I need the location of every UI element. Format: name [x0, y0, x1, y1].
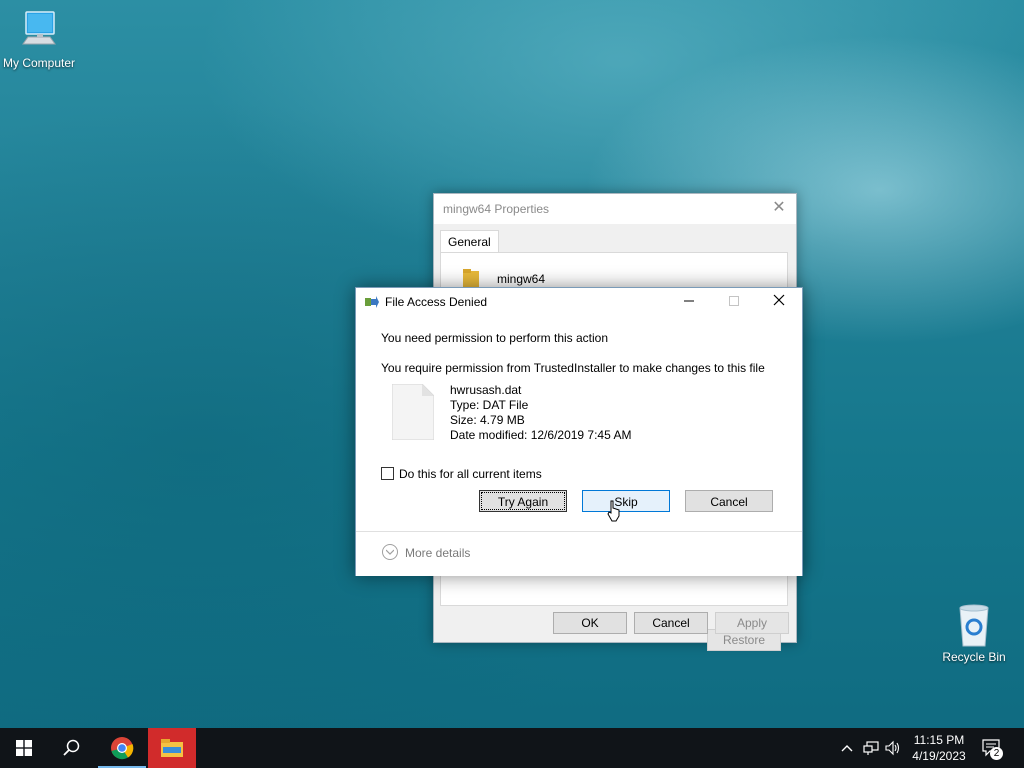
file-icon: [392, 384, 434, 440]
properties-titlebar[interactable]: mingw64 Properties ✕: [434, 194, 796, 224]
recycle-bin-icon: [959, 604, 989, 647]
folder-icon: [463, 269, 479, 287]
chrome-taskbar-button[interactable]: [98, 728, 146, 768]
notification-badge: 2: [990, 747, 1003, 760]
maximize-icon: [719, 292, 749, 312]
search-icon: [63, 739, 80, 756]
desktop-icon-label: Recycle Bin: [942, 650, 1006, 664]
volume-icon[interactable]: [885, 740, 901, 756]
start-button[interactable]: [0, 728, 48, 768]
more-details-link[interactable]: More details: [405, 546, 470, 560]
chevron-down-icon[interactable]: [382, 544, 398, 560]
network-icon[interactable]: [863, 740, 879, 756]
dialog-titlebar[interactable]: File Access Denied: [356, 288, 802, 316]
apply-button[interactable]: Apply: [715, 612, 789, 634]
desktop-icon-recycle-bin[interactable]: Recycle Bin: [932, 602, 1016, 664]
clock-time: 11:15 PM: [913, 733, 965, 747]
properties-title: mingw64 Properties: [443, 202, 550, 216]
dialog-title: File Access Denied: [385, 295, 488, 309]
dialog-message: You need permission to perform this acti…: [381, 331, 609, 345]
minimize-icon[interactable]: [674, 292, 704, 312]
dialog-detail: You require permission from TrustedInsta…: [381, 361, 765, 375]
file-explorer-icon: [161, 739, 183, 757]
cancel-button[interactable]: Cancel: [634, 612, 708, 634]
apply-to-all-label[interactable]: Do this for all current items: [399, 467, 542, 481]
folder-name: mingw64: [497, 272, 546, 286]
notifications-button[interactable]: 2: [978, 736, 1006, 760]
file-info: hwrusash.dat Type: DAT File Size: 4.79 M…: [450, 383, 631, 443]
dialog-footer: More details: [356, 531, 802, 576]
file-type: Type: DAT File: [450, 398, 529, 412]
file-move-icon: [365, 296, 379, 308]
file-date-modified: Date modified: 12/6/2019 7:45 AM: [450, 428, 632, 442]
skip-button[interactable]: Skip: [582, 490, 670, 512]
try-again-button[interactable]: Try Again: [479, 490, 567, 512]
desktop-icon-label: My Computer: [2, 56, 76, 70]
cancel-button[interactable]: Cancel: [685, 490, 773, 512]
start-icon: [16, 740, 32, 756]
file-size: Size: 4.79 MB: [450, 413, 525, 427]
clock-date: 4/19/2023: [912, 749, 966, 763]
file-name: hwrusash.dat: [450, 383, 522, 397]
chrome-icon: [111, 737, 134, 760]
search-button[interactable]: [48, 728, 96, 768]
clock[interactable]: 11:15 PM 4/19/2023: [906, 732, 972, 764]
taskbar: 11:15 PM 4/19/2023 2: [0, 728, 1024, 768]
apply-to-all-checkbox[interactable]: [381, 467, 394, 481]
apply-to-all-row: Do this for all current items: [381, 466, 542, 482]
desktop-icon-my-computer[interactable]: My Computer: [0, 10, 81, 70]
close-icon[interactable]: [764, 292, 794, 312]
chevron-up-icon[interactable]: [839, 740, 855, 756]
mouse-cursor-icon: [607, 500, 620, 522]
computer-icon: [22, 11, 56, 45]
ok-button[interactable]: OK: [553, 612, 627, 634]
close-icon[interactable]: ✕: [770, 199, 788, 217]
file-explorer-taskbar-button[interactable]: [148, 728, 196, 768]
tab-general[interactable]: General: [440, 230, 499, 253]
file-access-denied-dialog: File Access Denied You need permission t…: [355, 287, 803, 576]
